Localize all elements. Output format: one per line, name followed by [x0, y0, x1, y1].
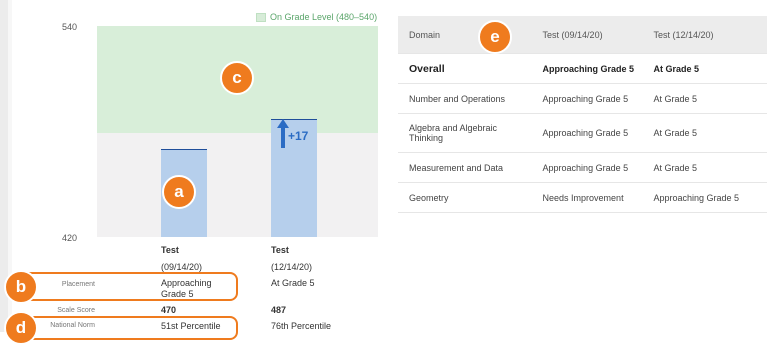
placement-row-highlight	[18, 272, 238, 301]
marker-a: a	[162, 175, 196, 209]
growth-delta-label: +17	[288, 129, 308, 143]
scale-score-chart: On Grade Level (480–540) 540 420 +17 Tes…	[0, 0, 390, 332]
growth-arrow-shaft	[281, 128, 285, 148]
table-cell: Geometry	[398, 183, 532, 213]
legend-swatch	[256, 13, 266, 22]
y-tick-top: 540	[62, 22, 77, 32]
marker-d: d	[4, 311, 38, 345]
col2-date: (12/14/20)	[271, 262, 312, 273]
table-cell: Approaching Grade 5	[532, 54, 643, 84]
header-test-2: Test (12/14/20)	[643, 16, 767, 54]
table-row: Geometry Needs Improvement Approaching G…	[398, 183, 767, 213]
table-cell: At Grade 5	[643, 114, 767, 153]
bar-test-1-top-line	[161, 149, 207, 150]
table-cell: Approaching Grade 5	[532, 84, 643, 114]
table-cell: Algebra and Algebraic Thinking	[398, 114, 532, 153]
marker-c: c	[220, 61, 254, 95]
table-cell: Approaching Grade 5	[532, 114, 643, 153]
col1-title: Test	[161, 245, 179, 256]
marker-e: e	[478, 20, 512, 54]
col1-scale-score: 470	[161, 305, 176, 316]
table-cell: Approaching Grade 5	[643, 183, 767, 213]
table-row: Measurement and Data Approaching Grade 5…	[398, 153, 767, 183]
table-cell: At Grade 5	[643, 153, 767, 183]
table-cell: Measurement and Data	[398, 153, 532, 183]
table-cell: Overall	[398, 54, 532, 84]
table-cell: At Grade 5	[643, 84, 767, 114]
table-cell: Approaching Grade 5	[532, 153, 643, 183]
table-cell: Number and Operations	[398, 84, 532, 114]
table-row-overall: Overall Approaching Grade 5 At Grade 5	[398, 54, 767, 84]
col2-scale-score: 487	[271, 305, 286, 316]
table-cell: At Grade 5	[643, 54, 767, 84]
header-test-1: Test (09/14/20)	[532, 16, 643, 54]
table-row: Algebra and Algebraic Thinking Approachi…	[398, 114, 767, 153]
domain-placement-table: Domain Test (09/14/20) Test (12/14/20) O…	[398, 16, 767, 213]
table-row: Number and Operations Approaching Grade …	[398, 84, 767, 114]
table-cell: Needs Improvement	[532, 183, 643, 213]
col2-national-norm: 76th Percentile	[271, 321, 331, 332]
national-norm-row-highlight	[18, 316, 238, 340]
growth-arrow-up-icon	[277, 119, 289, 128]
legend-label: On Grade Level (480–540)	[270, 12, 377, 22]
y-tick-bottom: 420	[62, 233, 77, 243]
col2-title: Test	[271, 245, 289, 256]
chart-legend: On Grade Level (480–540)	[256, 12, 377, 22]
col2-placement: At Grade 5	[271, 278, 315, 289]
table-header-row: Domain Test (09/14/20) Test (12/14/20)	[398, 16, 767, 54]
marker-b: b	[4, 270, 38, 304]
